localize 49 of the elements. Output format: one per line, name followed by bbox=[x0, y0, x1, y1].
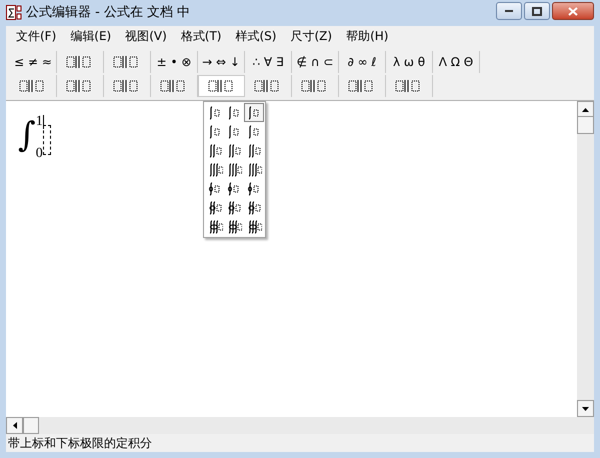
menu-item[interactable]: 编辑(E) bbox=[64, 27, 118, 45]
minimize-icon bbox=[504, 9, 514, 13]
integral-template-icon bbox=[226, 218, 242, 234]
palette-button[interactable]: ± • ⊗ bbox=[151, 51, 198, 73]
palette-button[interactable]: λ ω θ bbox=[386, 51, 433, 73]
maximize-button[interactable] bbox=[524, 2, 550, 20]
integral-sign: ∫ bbox=[18, 115, 36, 155]
integral-template-icon bbox=[246, 162, 262, 178]
scroll-left-button[interactable] bbox=[6, 417, 23, 434]
up-arrow-icon bbox=[582, 108, 589, 112]
vertical-scrollbar[interactable] bbox=[577, 101, 594, 417]
scroll-down-button[interactable] bbox=[577, 400, 594, 417]
close-button[interactable] bbox=[552, 2, 594, 20]
palette-button[interactable]: → ⇔ ↓ bbox=[198, 51, 245, 73]
menu-item[interactable]: 视图(V) bbox=[119, 27, 173, 45]
minimize-button[interactable] bbox=[496, 2, 522, 20]
left-arrow-icon bbox=[12, 422, 16, 429]
palette-button[interactable]: ≤ ≠ ≈ bbox=[10, 51, 57, 73]
integral-template-icon bbox=[246, 218, 262, 234]
integral-template-icon bbox=[226, 200, 242, 216]
palette-button[interactable]: ∉ ∩ ⊂ bbox=[292, 51, 339, 73]
close-icon bbox=[568, 6, 578, 16]
integral-template-icon bbox=[246, 200, 262, 216]
scroll-thumb[interactable] bbox=[23, 417, 39, 434]
menu-item[interactable]: 帮助(H) bbox=[340, 27, 394, 45]
palette-button[interactable]: ∂ ∞ ℓ bbox=[339, 51, 386, 73]
maximize-icon bbox=[532, 6, 542, 16]
status-text: 带上标和下标极限的定积分 bbox=[8, 435, 152, 452]
integral-template-icon bbox=[226, 162, 242, 178]
palette-button[interactable] bbox=[198, 75, 245, 97]
menu-item[interactable]: 文件(F) bbox=[10, 27, 62, 45]
horizontal-scrollbar[interactable] bbox=[6, 417, 594, 434]
app-icon bbox=[6, 5, 22, 21]
placeholder-slot bbox=[42, 125, 51, 155]
integral-template-icon bbox=[226, 142, 242, 158]
menu-item[interactable]: 格式(T) bbox=[174, 27, 228, 45]
integral-template-icon bbox=[206, 200, 223, 216]
menu-item[interactable]: 样式(S) bbox=[230, 27, 282, 45]
menu-item[interactable]: 尺寸(Z) bbox=[284, 27, 338, 45]
lower-limit: 0 bbox=[36, 147, 43, 161]
palette-button[interactable]: Λ Ω Θ bbox=[433, 51, 480, 73]
text-cursor bbox=[42, 115, 44, 129]
template-option[interactable] bbox=[244, 103, 264, 122]
integral-template-icon bbox=[246, 142, 262, 158]
palette-button[interactable]: ∴ ∀ ∃ bbox=[245, 51, 292, 73]
upper-limit: 1 bbox=[36, 115, 43, 129]
down-arrow-icon bbox=[582, 406, 589, 410]
window-title: 公式编辑器 - 公式在 文档 中 bbox=[26, 4, 190, 22]
scroll-thumb[interactable] bbox=[577, 116, 594, 134]
